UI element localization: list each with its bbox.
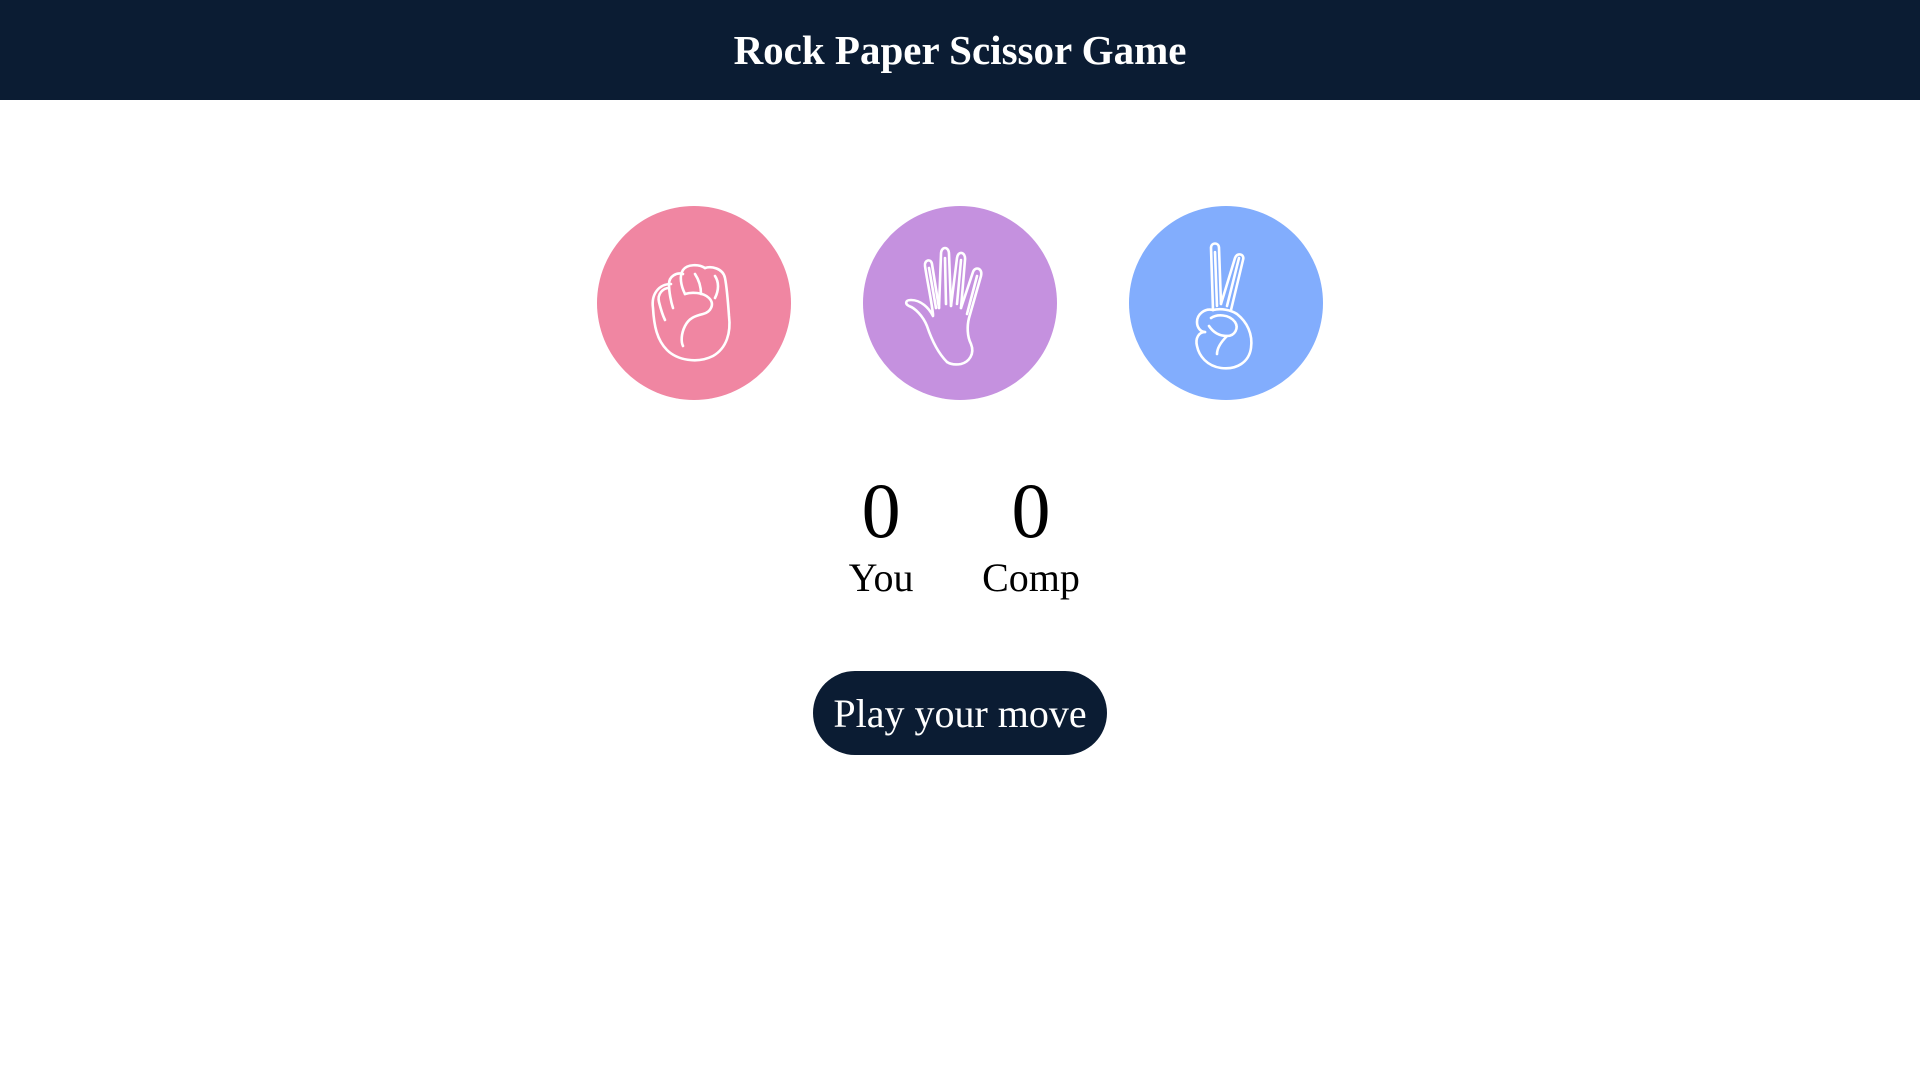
comp-score-value: 0 — [1011, 467, 1051, 554]
user-score-value: 0 — [861, 467, 901, 554]
comp-score: 0 Comp — [982, 468, 1080, 602]
rock-choice-button[interactable] — [597, 206, 791, 400]
message-container: Play your move — [0, 671, 1920, 755]
page-title: Rock Paper Scissor Game — [733, 27, 1187, 73]
status-message: Play your move — [813, 671, 1107, 755]
fist-hand-icon — [651, 263, 731, 362]
app-header: Rock Paper Scissor Game — [0, 0, 1920, 100]
scissors-choice-button[interactable] — [1129, 206, 1323, 400]
user-score-label: You — [848, 555, 914, 600]
choices-row — [0, 206, 1920, 400]
open-hand-icon — [904, 246, 983, 366]
paper-choice-button[interactable] — [863, 206, 1057, 400]
user-score: 0 You — [840, 468, 922, 602]
scoreboard: 0 You 0 Comp — [0, 468, 1920, 602]
peace-hand-icon — [1195, 242, 1253, 370]
comp-score-label: Comp — [982, 555, 1080, 600]
